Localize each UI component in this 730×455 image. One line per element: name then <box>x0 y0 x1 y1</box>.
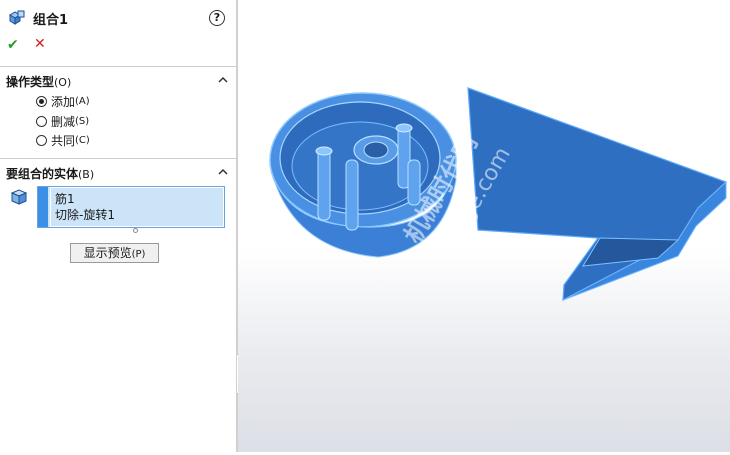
list-resize-handle[interactable] <box>133 228 138 233</box>
solid-body-icon <box>10 189 28 205</box>
radio-subtract-indicator <box>36 115 47 127</box>
radio-common-accel: (C) <box>75 134 90 146</box>
operation-type-header[interactable]: 操作类型(O) <box>6 73 71 90</box>
show-preview-label: 显示预览 <box>83 246 132 260</box>
radio-common-indicator <box>36 134 47 146</box>
bodies-accel: (B) <box>78 168 95 181</box>
cancel-button[interactable]: ✕ <box>34 36 46 52</box>
collapse-chevron-icon[interactable] <box>218 75 228 85</box>
radio-subtract-label: 删减 <box>51 114 76 129</box>
radio-add-accel: (A) <box>75 95 90 107</box>
feature-title: 组合1 <box>33 13 69 28</box>
radio-add-indicator <box>36 95 47 107</box>
help-button[interactable]: ? <box>209 10 225 26</box>
property-manager: 组合1 ? ✔ ✕ 操作类型(O) 添加 (A) 删减 (S) 共同 (C) 要组合的… <box>0 0 236 452</box>
radio-common[interactable]: 共同 (C) <box>36 132 90 148</box>
bodies-selection-list[interactable]: 筋1 切除-旋转1 <box>37 186 225 228</box>
list-item[interactable]: 筋1 <box>55 190 75 207</box>
watermark: 机械时代网 jixiage.com <box>399 130 516 266</box>
bodies-header[interactable]: 要组合的实体(B) <box>6 165 94 182</box>
bodies-title: 要组合的实体 <box>6 167 79 181</box>
divider <box>0 66 236 67</box>
combine-feature-icon <box>9 10 25 25</box>
radio-subtract-accel: (S) <box>75 115 90 127</box>
operation-type-accel: (O) <box>54 76 72 89</box>
ok-button[interactable]: ✔ <box>7 37 19 53</box>
radio-subtract[interactable]: 删减 (S) <box>36 113 89 129</box>
collapse-chevron-icon[interactable] <box>218 167 228 177</box>
radio-add[interactable]: 添加 (A) <box>36 93 90 109</box>
selection-color-bar <box>38 187 48 227</box>
radio-common-label: 共同 <box>51 133 76 148</box>
list-item[interactable]: 切除-旋转1 <box>55 206 115 223</box>
show-preview-button[interactable]: 显示预览(P) <box>70 243 159 263</box>
feature-header: 组合1 ? <box>0 0 236 34</box>
operation-type-title: 操作类型 <box>6 75 55 89</box>
graphics-viewport[interactable]: 机械时代网 jixiage.com <box>238 0 730 452</box>
show-preview-accel: (P) <box>131 249 146 260</box>
divider <box>0 158 236 159</box>
radio-add-label: 添加 <box>51 94 76 109</box>
